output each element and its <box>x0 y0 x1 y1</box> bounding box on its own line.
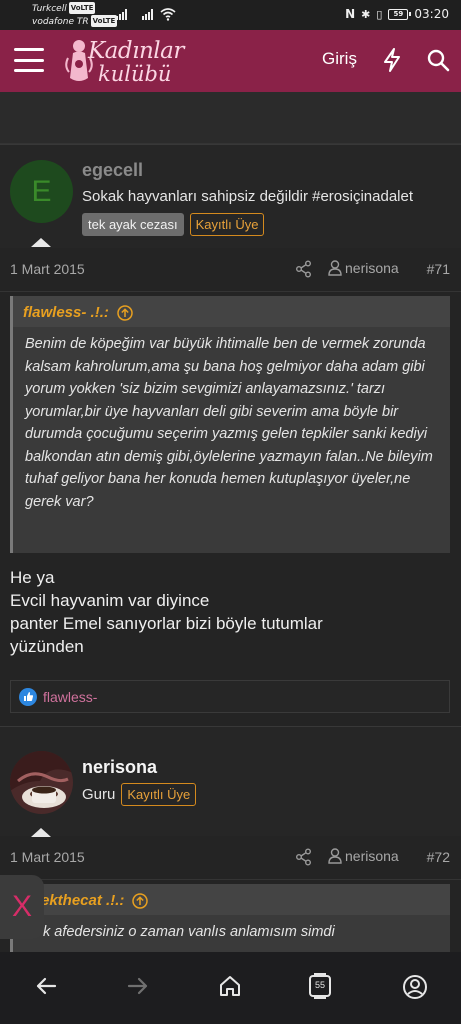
reactions-bar[interactable]: flawless- <box>10 680 450 713</box>
battery-icon: 59 <box>388 8 412 20</box>
home-icon[interactable] <box>218 974 242 998</box>
post-number[interactable]: #71 <box>427 261 450 277</box>
user-signature: Sokak hayvanları sahipsiz değildir #eros… <box>82 188 414 205</box>
post-header-egecell: E egecell Sokak hayvanları sahipsiz deği… <box>0 144 461 248</box>
user-banner-grey: tek ayak cezası <box>82 213 184 236</box>
signal-icon-2 <box>142 9 153 20</box>
post-number[interactable]: #72 <box>427 849 450 865</box>
status-right: N ✱ ▯ 59 03:20 <box>345 7 449 21</box>
carrier-2: vodafone TR <box>32 17 89 27</box>
post-author[interactable]: nerisona <box>328 260 399 276</box>
post-author-name: nerisona <box>345 260 399 276</box>
vibrate-mode-icon: ▯ <box>376 7 383 21</box>
vibrate-icon: ✱ <box>361 7 371 21</box>
user-banner-registered: Kayıtlı Üye <box>121 783 197 806</box>
post-date[interactable]: 1 Mart 2015 <box>10 849 85 865</box>
post-body-line: yüzünden <box>10 637 84 656</box>
search-icon[interactable] <box>426 48 450 72</box>
forward-arrow-icon[interactable] <box>126 974 150 998</box>
profile-icon[interactable] <box>402 974 428 1000</box>
avatar[interactable]: E <box>10 160 73 223</box>
post-body-line: Evcil hayvanim var diyince <box>10 591 210 610</box>
carrier-1: Turkcell <box>32 4 67 14</box>
login-link[interactable]: Giriş <box>322 49 357 69</box>
quote-author: flawless- .!.: <box>23 304 109 321</box>
post-header-nerisona: nerisona Guru Kayıtlı Üye <box>0 726 461 837</box>
post-meta: 1 Mart 2015 nerisona #71 <box>0 248 461 292</box>
post-author[interactable]: nerisona <box>328 848 399 864</box>
quote-header[interactable]: flawless- .!.: <box>13 296 450 327</box>
tabs-count: 55 <box>314 980 325 990</box>
content-separator <box>0 92 461 144</box>
nfc-icon: N <box>345 7 356 21</box>
username[interactable]: nerisona <box>82 757 157 778</box>
status-bar: Turkcell VoLTE vodafone TR VoLTE N ✱ ▯ 59 … <box>0 0 461 30</box>
arrow-up-circle-icon[interactable] <box>117 304 133 321</box>
logo-text-2: kulübü <box>98 62 172 86</box>
close-ad-button[interactable]: X <box>0 875 44 939</box>
arrow-up-circle-icon[interactable] <box>132 892 149 909</box>
back-arrow-icon[interactable] <box>34 974 58 998</box>
volte-badge: VoLTE <box>68 2 96 14</box>
user-title: Guru <box>82 786 116 803</box>
site-logo[interactable]: Kadınlar kulübü <box>64 36 204 88</box>
post-meta: 1 Mart 2015 nerisona #72 <box>0 836 461 880</box>
clock: 03:20 <box>414 7 449 21</box>
wifi-icon <box>160 8 176 21</box>
site-header: Kadınlar kulübü Giriş <box>0 30 461 92</box>
tabs-button[interactable]: 55 <box>306 972 334 1000</box>
like-icon <box>19 687 37 706</box>
avatar[interactable] <box>10 751 73 814</box>
browser-toolbar: 55 <box>0 952 461 1024</box>
quote-block: flawless- .!.: Benim de köpeğim var büyü… <box>10 296 450 553</box>
whats-new-bolt-icon[interactable] <box>382 48 402 72</box>
volte-badge-2: VoLTE <box>90 15 118 27</box>
user-banner-registered: Kayıtlı Üye <box>189 213 265 236</box>
share-icon[interactable] <box>295 848 313 866</box>
reaction-user[interactable]: flawless- <box>43 689 97 705</box>
user-icon <box>328 260 342 276</box>
logo-text-1: Kadınlar <box>88 38 184 64</box>
post-date[interactable]: 1 Mart 2015 <box>10 261 85 277</box>
post-body-line: panter Emel sanıyorlar bizi böyle tutuml… <box>10 614 323 633</box>
quote-text: k afedersiniz o zaman vanlıs anlamısım s… <box>43 924 335 940</box>
share-icon[interactable] <box>295 260 313 278</box>
quote-header[interactable]: ekthecat .!.: <box>13 884 450 915</box>
post-body: He ya Evcil hayvanim var diyince panter … <box>10 566 450 658</box>
post-author-name: nerisona <box>345 848 399 864</box>
quote-text: Benim de köpeğim var büyük ihtimalle ben… <box>25 336 433 510</box>
signal-icon <box>116 9 127 20</box>
username[interactable]: egecell <box>82 160 143 181</box>
user-badges: tek ayak cezası Kayıtlı Üye <box>82 213 265 236</box>
post-body-line: He ya <box>10 568 55 587</box>
carrier-info: Turkcell VoLTE vodafone TR VoLTE <box>32 2 118 28</box>
quote-author: ekthecat .!.: <box>41 892 125 909</box>
quote-block: ekthecat .!.: k afedersiniz o zaman vanl… <box>10 884 450 952</box>
user-icon <box>328 848 342 864</box>
menu-button[interactable] <box>14 48 44 72</box>
message-caret <box>31 238 51 247</box>
user-badges: Guru Kayıtlı Üye <box>82 783 197 806</box>
